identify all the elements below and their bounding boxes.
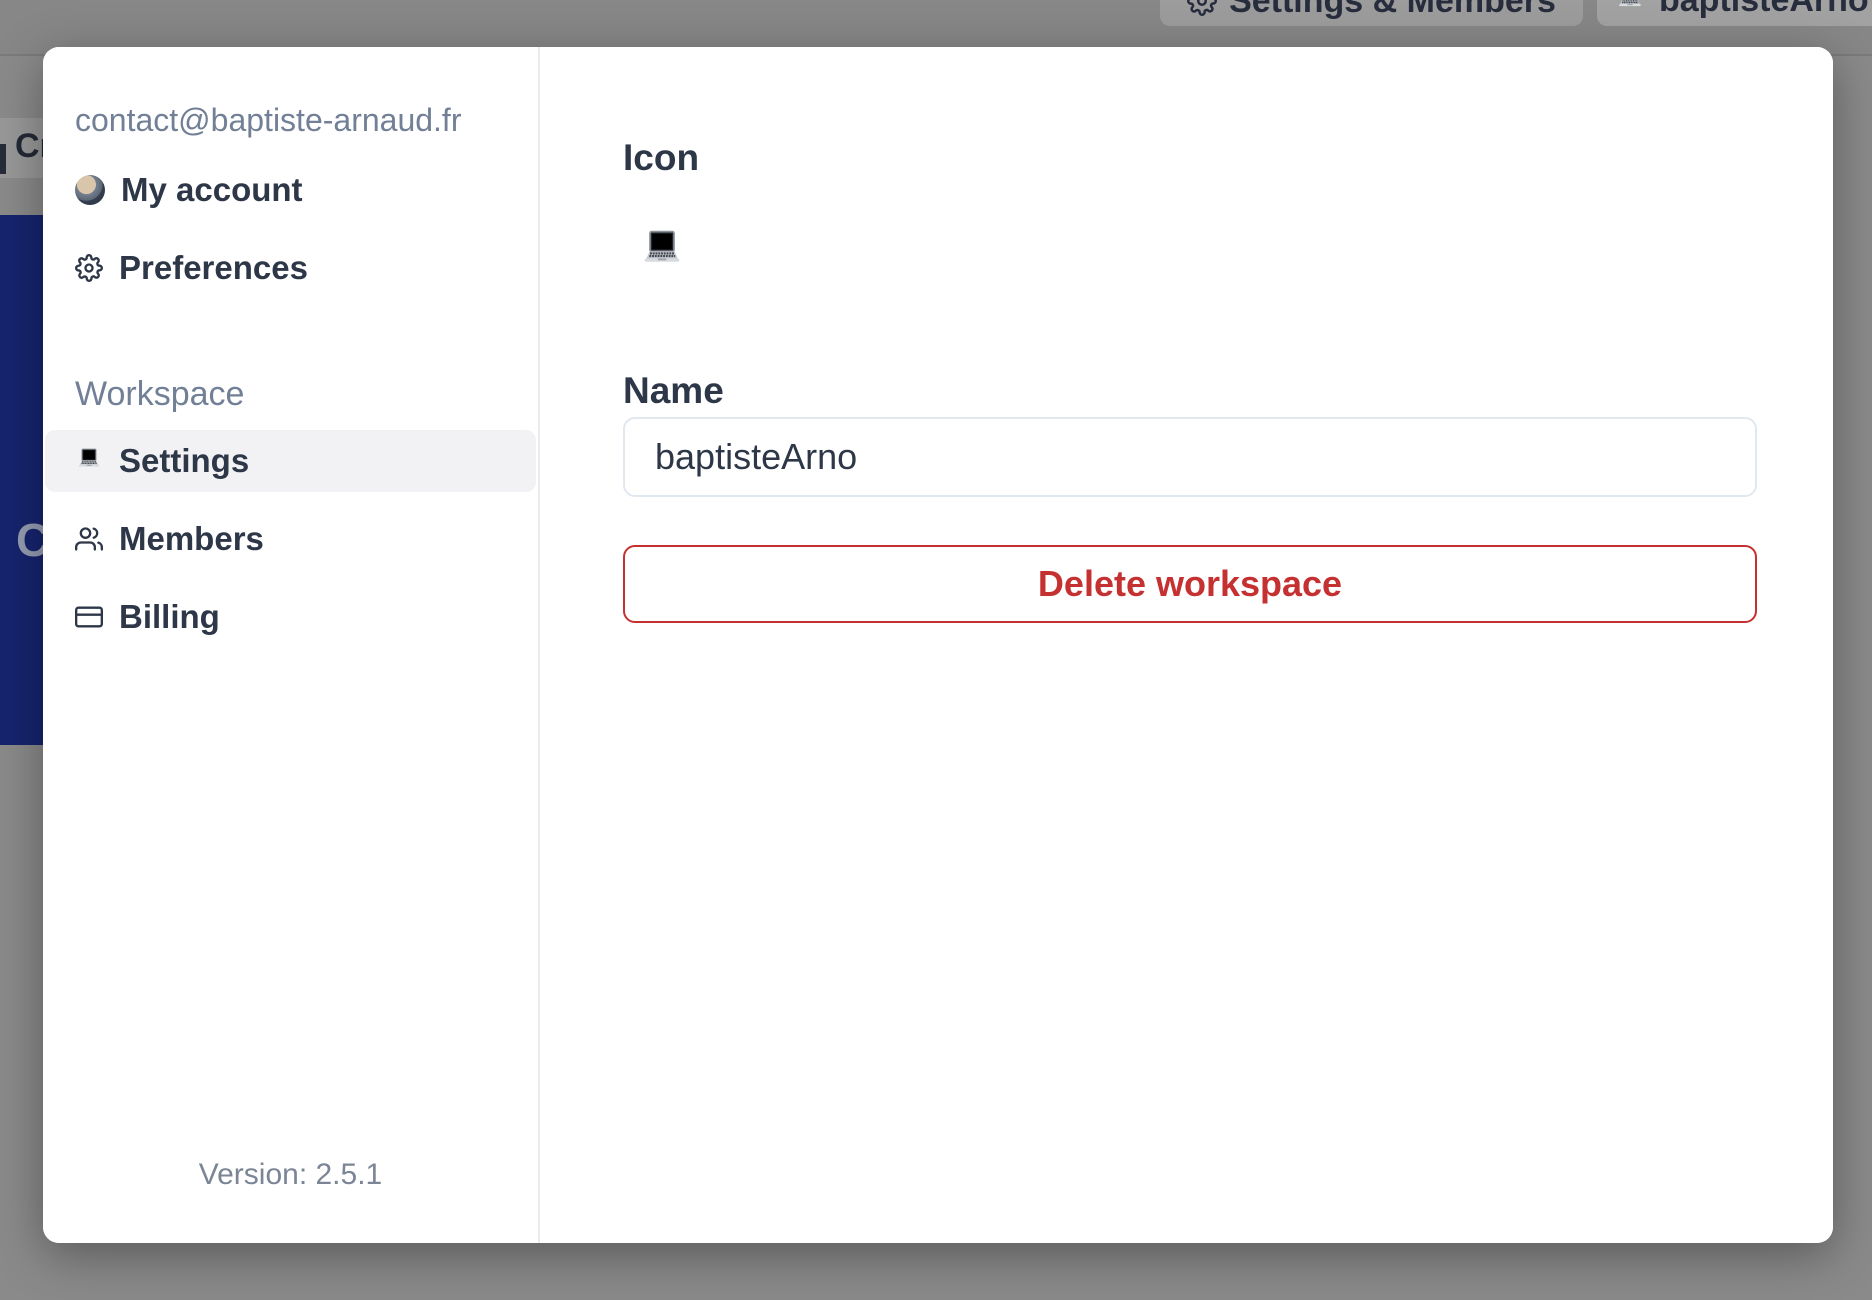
users-icon <box>75 525 103 553</box>
workspace-section-heading: Workspace <box>75 375 245 413</box>
backdrop-editor-canvas: C <box>0 215 43 745</box>
workspace-icon-button[interactable] <box>638 228 686 276</box>
workspace-switcher-label: baptisteArno <box>1659 0 1869 20</box>
account-email: contact@baptiste-arnaud.fr <box>75 102 462 138</box>
screen: Settings & Members baptisteArno Cr C con… <box>0 0 1872 1300</box>
sidebar-item-label: Members <box>119 520 264 557</box>
user-avatar <box>75 175 105 205</box>
name-section-heading: Name <box>623 370 724 411</box>
backdrop-canvas-text: C <box>16 514 43 566</box>
workspace-settings-modal: contact@baptiste-arnaud.fr My account Pr… <box>43 47 1833 1243</box>
app-version: Version: 2.5.1 <box>198 1158 383 1191</box>
icon-section-heading: Icon <box>623 137 700 178</box>
sidebar-item-billing[interactable]: Billing <box>45 586 536 648</box>
backdrop-tab-divider <box>0 144 6 174</box>
laptop-icon <box>75 447 103 475</box>
gear-icon <box>75 254 103 282</box>
laptop-icon <box>1615 0 1645 15</box>
workspace-name-input[interactable] <box>623 417 1757 497</box>
delete-workspace-label: Delete workspace <box>1037 563 1343 604</box>
sidebar-item-preferences[interactable]: Preferences <box>45 240 536 296</box>
credit-card-icon <box>75 603 103 631</box>
sidebar-item-my-account[interactable]: My account <box>45 162 536 218</box>
workspace-switcher-button[interactable]: baptisteArno <box>1597 0 1872 26</box>
sidebar-item-label: My account <box>121 171 303 208</box>
settings-members-button[interactable]: Settings & Members <box>1160 0 1583 26</box>
settings-members-label: Settings & Members <box>1229 0 1556 20</box>
sidebar-item-label: Preferences <box>119 249 308 286</box>
backdrop-tab-label: Cr <box>15 127 43 165</box>
laptop-icon <box>638 228 686 276</box>
delete-workspace-button[interactable]: Delete workspace <box>623 545 1757 623</box>
gear-icon <box>1187 0 1217 16</box>
sidebar-item-label: Settings <box>119 442 250 479</box>
sidebar-item-settings[interactable]: Settings <box>45 430 536 492</box>
sidebar-item-label: Billing <box>119 598 220 635</box>
sidebar-item-members[interactable]: Members <box>45 508 536 570</box>
settings-main-panel: Icon Name Delete workspace <box>540 47 1833 1243</box>
settings-sidebar: contact@baptiste-arnaud.fr My account Pr… <box>43 47 540 1243</box>
workspace-menu: Settings Members Billing <box>43 430 538 648</box>
backdrop-tabstrip: Cr <box>0 118 43 178</box>
backdrop-left-strip: Cr C <box>0 0 43 1300</box>
account-menu: My account Preferences <box>43 162 538 296</box>
